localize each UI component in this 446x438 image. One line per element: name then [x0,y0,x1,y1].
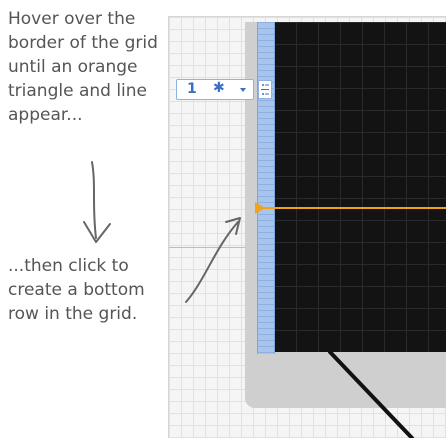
screenshot-stage: 1 ✱ Hover over the border of the grid un… [0,0,446,438]
grid-layout-area[interactable] [274,22,446,352]
chevron-down-icon[interactable] [240,88,246,92]
row-handle-glyph [261,84,269,95]
annotation-hover-instruction: Hover over the border of the grid until … [8,9,158,125]
row-size-unit: ✱ [213,80,225,96]
row-size-editor[interactable]: 1 ✱ [176,79,254,100]
annotation-click-instruction: ...then click to create a bottom row in … [8,256,145,324]
grid-row-ruler[interactable] [257,22,275,354]
row-handle-icon[interactable] [258,80,272,99]
down-arrow-shaft [91,161,97,239]
down-arrow-head [83,221,111,243]
row-insert-guide-line [262,207,446,209]
row-marker-triangle-icon[interactable] [255,202,265,214]
row-size-value[interactable]: 1 [187,81,197,97]
